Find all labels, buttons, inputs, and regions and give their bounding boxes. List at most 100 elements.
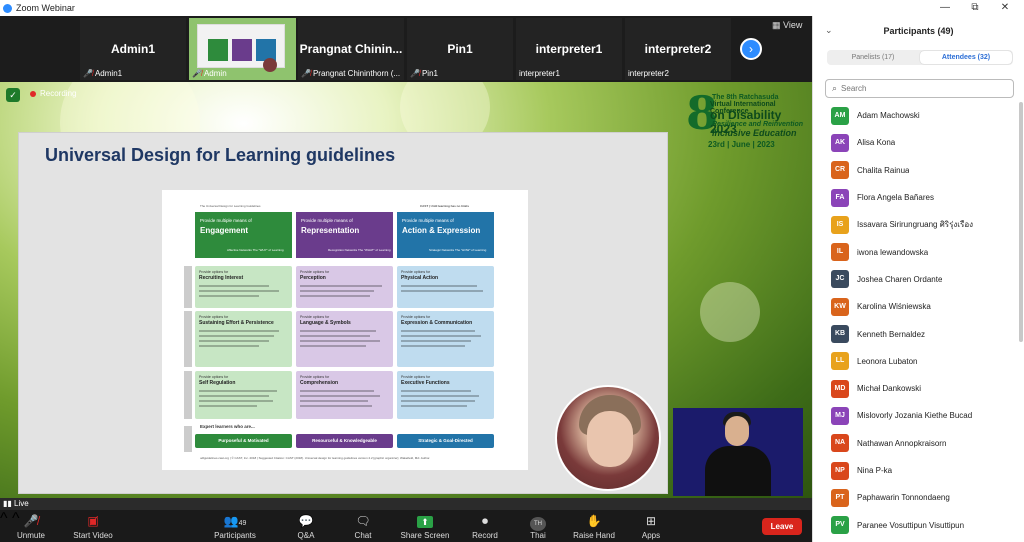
- mic-muted-icon: 🎤̸: [83, 69, 93, 78]
- attendee-item[interactable]: CR Chalita Rainua: [813, 157, 1024, 184]
- avatar: JC: [831, 270, 849, 289]
- grid-view-icon: ▦: [772, 20, 784, 30]
- tile-label: interpreter1: [519, 69, 560, 78]
- search-input[interactable]: [841, 84, 1002, 93]
- unmute-button[interactable]: 🎤̸ Unmute: [6, 513, 56, 540]
- attendee-name: Issavara Sirirungruang ศิริรุ่งเรือง: [857, 220, 974, 230]
- minimize-button[interactable]: —: [930, 0, 960, 16]
- engagement-goal: Purposeful & Motivated: [195, 434, 292, 448]
- avatar: NA: [831, 434, 849, 453]
- attendee-item[interactable]: MD Michał Dankowski: [813, 375, 1024, 402]
- leave-button[interactable]: Leave: [762, 518, 802, 535]
- udl-cell: Provide options for Executive Functions: [397, 371, 494, 419]
- close-button[interactable]: ✕: [990, 0, 1020, 16]
- avatar: FA: [831, 188, 849, 207]
- attendee-item[interactable]: IL iwona lewandowska: [813, 238, 1024, 265]
- live-indicator: ▮▮ Live: [0, 498, 812, 510]
- row-label-goal: [184, 426, 192, 452]
- apps-icon: ⊞: [645, 514, 657, 528]
- security-shield-icon[interactable]: ✓: [6, 88, 20, 102]
- view-button[interactable]: ▦ View: [772, 20, 802, 31]
- attendee-item[interactable]: NP Nina P-ka: [813, 457, 1024, 484]
- avatar: IL: [831, 243, 849, 262]
- tab-panelists[interactable]: Panelists (17): [827, 50, 919, 65]
- zoom-logo-icon: [3, 3, 12, 13]
- attendee-item[interactable]: IS Issavara Sirirungruang ศิริรุ่งเรือง: [813, 211, 1024, 238]
- mic-muted-icon: 🎤̸: [301, 69, 311, 78]
- video-tile[interactable]: interpreter1 interpreter1: [516, 18, 622, 80]
- chat-button[interactable]: 🗨 Chat: [338, 513, 388, 540]
- attendee-item[interactable]: KW Karolina Wiśniewska: [813, 293, 1024, 320]
- attendee-item[interactable]: PT Paphawarin Tonnondaeng: [813, 484, 1024, 511]
- apps-button[interactable]: ⊞ Apps: [626, 513, 676, 540]
- attendee-name: Mislovorly Jozania Kiethe Bucad: [857, 411, 973, 421]
- avatar: PT: [831, 488, 849, 507]
- attendee-name: Nathawan Annopkraisorn: [857, 438, 947, 448]
- tab-attendees[interactable]: Attendees (32): [920, 51, 1012, 64]
- tile-label: 🎤̸ Admin: [192, 69, 227, 78]
- attendee-item[interactable]: PV Paranee Vosuttipun Visuttipun: [813, 511, 1024, 538]
- attendee-item[interactable]: LL Leonora Lubaton: [813, 348, 1024, 375]
- attendee-item[interactable]: AM Adam Machowski: [813, 102, 1024, 129]
- video-tile[interactable]: Admin1 🎤̸ Admin1: [80, 18, 186, 80]
- language-icon: TH: [513, 513, 563, 531]
- attendee-name: Paphawarin Tonnondaeng: [857, 493, 950, 503]
- raise-hand-icon: ✋: [586, 514, 602, 528]
- udl-cell: Provide options for Comprehension: [296, 371, 393, 419]
- attendee-name: Adam Machowski: [857, 111, 920, 121]
- video-strip: Admin1 🎤̸ Admin1 🎤̸ Admin Prangnat Chinin.…: [0, 16, 812, 82]
- engagement-header: Provide multiple means of Engagement Affe…: [195, 212, 292, 258]
- video-tile[interactable]: interpreter2 interpreter2: [625, 18, 731, 80]
- participants-tabs: Panelists (17) Attendees (32): [827, 50, 1013, 65]
- attendee-list: AM Adam Machowski AK Alisa Kona CR Chalita Ra…: [813, 102, 1024, 539]
- participants-icon: 👥49: [223, 514, 247, 528]
- video-tile[interactable]: Pin1 🎤̸ Pin1: [407, 18, 513, 80]
- udl-cell: Provide options for Sustaining Effort & P…: [195, 311, 292, 367]
- tile-label: 🎤̸ Admin1: [83, 69, 123, 78]
- avatar: AM: [831, 106, 849, 125]
- avatar: AK: [831, 133, 849, 152]
- attendee-item[interactable]: KB Kenneth Bernaldez: [813, 320, 1024, 347]
- avatar: IS: [831, 215, 849, 234]
- conference-logo: 8 The 8th Ratchasuda Virtual Internation…: [682, 86, 806, 149]
- attendee-item[interactable]: NA Nathawan Annopkraisorn: [813, 430, 1024, 457]
- attendee-item[interactable]: MJ Mislovorly Jozania Kiethe Bucad: [813, 402, 1024, 429]
- speaker-video-bubble[interactable]: [555, 385, 661, 491]
- tile-name: Prangnat Chinin...: [299, 42, 403, 56]
- attendee-item[interactable]: FA Flora Angela Bañares: [813, 184, 1024, 211]
- video-off-icon: ▣̸: [87, 514, 99, 528]
- tile-name: Pin1: [447, 42, 473, 56]
- qa-button[interactable]: 💬 Q&A: [281, 513, 331, 540]
- attendee-name: Leonora Lubaton: [857, 356, 918, 366]
- avatar: CR: [831, 161, 849, 180]
- video-tile[interactable]: Prangnat Chinin... 🎤̸ Prangnat Chininthor…: [298, 18, 404, 80]
- sign-language-interpreter-video[interactable]: [673, 408, 803, 496]
- mic-muted-icon: 🎤̸: [192, 69, 202, 78]
- start-video-button[interactable]: ▣̸ Start Video: [68, 513, 118, 540]
- window-title: Zoom Webinar: [16, 3, 75, 13]
- participants-button[interactable]: 👥49 Participants: [210, 513, 260, 540]
- logo-date: 23rd | June | 2023: [708, 140, 775, 149]
- maximize-button[interactable]: ⧉: [960, 0, 990, 16]
- attendee-name: Paranee Vosuttipun Visuttipun: [857, 520, 965, 530]
- raise-hand-button[interactable]: ✋ Raise Hand: [569, 513, 619, 540]
- avatar: MD: [831, 379, 849, 398]
- attendee-item[interactable]: JC Joshea Charen Ordante: [813, 266, 1024, 293]
- attendee-item[interactable]: AK Alisa Kona: [813, 129, 1024, 156]
- panel-scrollbar[interactable]: [1019, 102, 1023, 342]
- language-interpretation-button[interactable]: TH Thai: [513, 513, 563, 540]
- next-page-button[interactable]: ›: [740, 38, 762, 60]
- attendee-name: Joshea Charen Ordante: [857, 274, 943, 284]
- cast-brand: CAST | Until learning has no limits: [420, 204, 470, 208]
- tile-label: 🎤̸ Pin1: [410, 69, 438, 78]
- share-screen-button[interactable]: ⬆ Share Screen: [400, 513, 450, 540]
- logo-line1: The 8th Ratchasuda: [712, 94, 779, 101]
- main-stage: ✓ Recording 8 The 8th Ratchasuda Virtual…: [0, 82, 812, 498]
- recording-indicator[interactable]: Recording: [30, 89, 76, 98]
- record-button[interactable]: ⏺ Record: [460, 513, 510, 540]
- shared-screen-tile[interactable]: 🎤̸ Admin: [189, 18, 296, 80]
- udl-footnote: udlguidelines.cast.org | © CAST, Inc. 20…: [200, 456, 431, 460]
- participants-panel: ⌄ Participants (49) Panelists (17) Atten…: [812, 16, 1024, 542]
- record-icon: ⏺: [481, 514, 488, 528]
- avatar: LL: [831, 352, 849, 371]
